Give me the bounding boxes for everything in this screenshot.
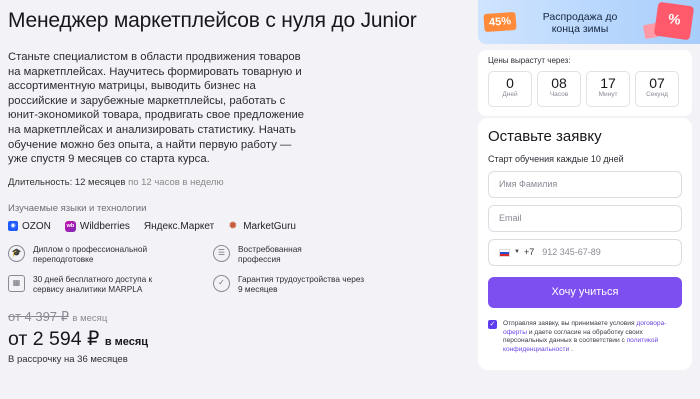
countdown-units: 0 Дней 08 Часов 17 Минут 07 Секунд — [488, 71, 682, 107]
countdown-label: Часов — [549, 91, 569, 98]
installment-text: В рассрочку на 36 месяцев — [8, 353, 128, 365]
consent-text: Отправляя заявку, вы принимаете условия … — [503, 320, 682, 354]
countdown-value: 07 — [649, 75, 665, 91]
email-field[interactable]: Email — [488, 205, 682, 232]
calendar-icon: ▦ — [8, 274, 25, 292]
wildberries-logo-icon: wb — [64, 220, 76, 232]
countdown-minutes: 17 Минут — [586, 71, 630, 107]
countdown-label: Минут — [598, 91, 618, 98]
promo-text: Распродажа до конца зимы — [542, 11, 618, 35]
feature-marpla: ▦ 30 дней бесплатного доступа к сервису … — [8, 274, 213, 295]
tech-item-label: Wildberries — [79, 220, 130, 232]
feature-text: Диплом о профессиональной переподготовке — [33, 243, 148, 265]
phone-country-code: +7 — [523, 247, 535, 257]
old-price-unit: в месяц — [72, 312, 108, 324]
countdown-value: 17 — [600, 75, 616, 91]
tech-item-label: Яндекс.Маркет — [143, 220, 215, 232]
tech-item-marketguru: ✹ MarketGuru — [228, 219, 296, 232]
discount-badge: 45% — [483, 11, 517, 33]
gift-box-icon — [653, 1, 695, 41]
new-price: от 2 594 ₽ в месяц — [8, 327, 468, 351]
course-info: Менеджер маркетплейсов с нуля до Junior … — [8, 8, 468, 365]
tech-item-label: MarketGuru — [243, 220, 296, 232]
countdown-label: Дней — [502, 91, 518, 98]
consent-block: ✓ Отправляя заявку, вы принимаете услови… — [488, 320, 682, 354]
form-subtitle: Старт обучения каждые 10 дней — [488, 154, 624, 164]
new-price-unit: в месяц — [104, 335, 149, 348]
application-form: Оставьте заявку Старт обучения каждые 10… — [478, 118, 692, 370]
course-title: Менеджер маркетплейсов с нуля до Junior — [8, 9, 417, 32]
feature-demand: ☰ Востребованная профессия — [213, 244, 413, 265]
chevron-down-icon[interactable]: ▼ — [514, 240, 520, 265]
phone-placeholder: 912 345-67-89 — [542, 247, 601, 257]
marketguru-logo-icon: ✹ — [228, 219, 238, 232]
old-price-value: от 4 397 ₽ — [8, 308, 69, 324]
promo-banner[interactable]: 45% Распродажа до конца зимы — [478, 0, 700, 44]
duration-label: Длительность: 12 месяцев — [8, 176, 126, 188]
form-title: Оставьте заявку — [488, 128, 602, 145]
consent-checkbox[interactable]: ✓ — [488, 320, 497, 329]
consent-text-part: Отправляя заявку, вы принимаете условия — [503, 320, 635, 327]
countdown-value: 08 — [551, 75, 567, 91]
tech-item-label: OZON — [22, 220, 51, 232]
tech-item-yandex-market: Яндекс.Маркет — [144, 221, 214, 232]
tech-item-ozon: ◉ OZON — [8, 221, 51, 232]
tech-title: Изучаемые языки и технологии — [8, 202, 147, 214]
old-price: от 4 397 ₽ в месяц — [8, 309, 468, 325]
consent-text-part: . — [571, 345, 573, 353]
list-icon: ☰ — [213, 244, 230, 262]
shield-icon: ✓ — [213, 274, 230, 292]
russia-flag-icon[interactable] — [499, 248, 510, 257]
countdown-label: Секунд — [646, 91, 668, 98]
feature-guarantee: ✓ Гарантия трудоустройства через 9 месяц… — [213, 274, 413, 295]
course-description: Станьте специалистом в области продвижен… — [8, 51, 305, 166]
countdown-timer: Цены вырастут через: 0 Дней 08 Часов 17 … — [478, 50, 692, 116]
feature-text: Гарантия трудоустройства через 9 месяцев — [238, 273, 365, 295]
email-placeholder: Email — [499, 213, 522, 223]
features-list: 🎓 Диплом о профессиональной переподготов… — [8, 244, 468, 295]
ozon-logo-icon: ◉ — [8, 221, 18, 232]
feature-text: 30 дней бесплатного доступа к сервису ан… — [33, 273, 153, 295]
countdown-days: 0 Дней — [488, 71, 532, 107]
duration-note: по 12 часов в неделю — [128, 176, 224, 188]
countdown-title: Цены вырастут через: — [488, 56, 571, 65]
feature-text: Востребованная профессия — [238, 243, 302, 265]
countdown-seconds: 07 Секунд — [635, 71, 679, 107]
new-price-value: от 2 594 ₽ — [8, 327, 100, 350]
feature-diploma: 🎓 Диплом о профессиональной переподготов… — [8, 244, 213, 265]
submit-button[interactable]: Хочу учиться — [488, 277, 682, 308]
tech-list: ◉ OZON wb Wildberries Яндекс.Маркет ✹ Ma… — [8, 219, 468, 232]
name-placeholder: Имя Фамилия — [499, 179, 558, 189]
course-duration: Длительность: 12 месяцев по 12 часов в н… — [8, 177, 468, 188]
tech-item-wildberries: wb Wildberries — [64, 220, 130, 232]
education-icon: 🎓 — [8, 244, 25, 262]
name-field[interactable]: Имя Фамилия — [488, 171, 682, 198]
countdown-value: 0 — [506, 75, 514, 91]
phone-field[interactable]: ▼ +7 912 345-67-89 — [488, 239, 682, 266]
countdown-hours: 08 Часов — [537, 71, 581, 107]
